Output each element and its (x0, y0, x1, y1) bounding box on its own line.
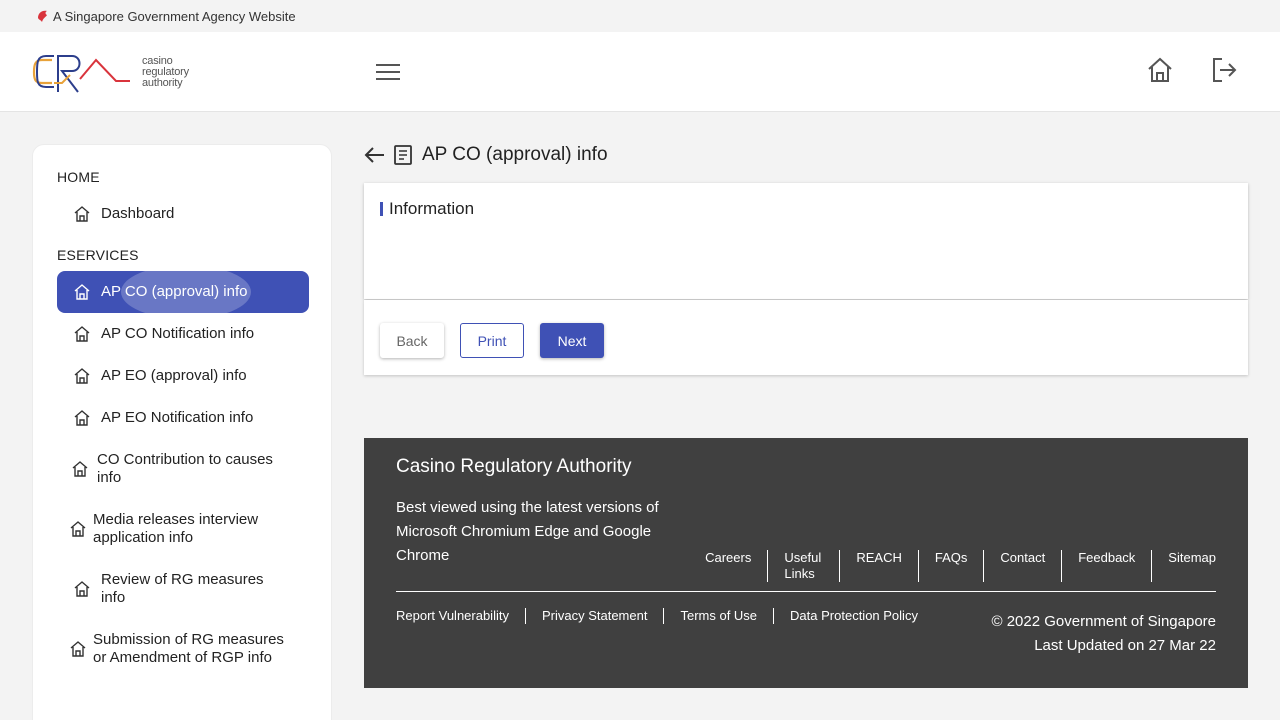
sidebar-item-dashboard[interactable]: Dashboard (57, 197, 309, 231)
home-icon (72, 461, 88, 477)
sidebar-item-media-releases[interactable]: Media releases interview application inf… (57, 503, 309, 555)
footer-link-sitemap[interactable]: Sitemap (1151, 550, 1216, 582)
home-icon (74, 368, 90, 384)
footer-link-feedback[interactable]: Feedback (1061, 550, 1151, 582)
sidebar-item-label: AP CO (approval) info (101, 283, 248, 300)
back-button[interactable]: Back (380, 323, 444, 358)
sidebar-item-label: AP EO (approval) info (101, 367, 247, 384)
logout-icon[interactable] (1210, 56, 1238, 84)
footer-link-useful-links[interactable]: Useful Links (767, 550, 839, 582)
footer-description: Best viewed using the latest versions of… (396, 499, 659, 564)
cra-logo[interactable]: casino regulatory authority (32, 50, 202, 94)
sidebar-item-label: Submission of RG measures or Amendment o… (93, 631, 284, 666)
accent-bar (380, 202, 383, 216)
footer-link-faqs[interactable]: FAQs (917, 550, 984, 582)
home-icon (70, 641, 86, 657)
sidebar-item-ap-eo-notification[interactable]: AP EO Notification info (57, 397, 309, 439)
cra-logo-mark (32, 55, 130, 93)
footer-link-privacy-statement[interactable]: Privacy Statement (524, 608, 664, 624)
gov-banner-text: A Singapore Government Agency Website (53, 8, 296, 24)
home-icon (74, 326, 90, 342)
last-updated-text: Last Updated on 27 Mar 22 (1034, 637, 1216, 654)
footer-bottom-links: Report Vulnerability Privacy Statement T… (396, 608, 918, 624)
page-header: AP CO (approval) info (364, 140, 608, 170)
sidebar-item-label: AP EO Notification info (101, 409, 254, 426)
sidebar-item-review-rg[interactable]: Review of RG measures info (57, 563, 309, 615)
sidebar-item-co-contribution[interactable]: CO Contribution to causes info (57, 443, 309, 495)
footer-links: Careers Useful Links REACH FAQs Contact … (689, 550, 1216, 582)
gov-banner: A Singapore Government Agency Website (0, 0, 1280, 32)
sidebar-item-label: Media releases interview application inf… (93, 511, 259, 546)
actions-card: Back Print Next (364, 300, 1248, 375)
sidebar-item-ap-co-approval[interactable]: AP CO (approval) info (57, 271, 309, 313)
document-icon (394, 145, 412, 165)
footer-title: Casino Regulatory Authority (396, 456, 632, 477)
footer-link-careers[interactable]: Careers (689, 550, 767, 582)
singapore-lion-icon (38, 10, 47, 22)
footer-link-data-protection[interactable]: Data Protection Policy (773, 608, 918, 624)
sidebar-item-ap-co-notification[interactable]: AP CO Notification info (57, 313, 309, 355)
back-arrow-icon[interactable] (364, 144, 386, 166)
sidebar-item-label: AP CO Notification info (101, 325, 255, 342)
home-icon (70, 521, 86, 537)
footer-copyright: © 2022 Government of Singapore Last Upda… (991, 610, 1216, 658)
sidebar-item-submission-rg[interactable]: Submission of RG measures or Amendment o… (57, 623, 309, 675)
home-icon[interactable] (1146, 56, 1174, 84)
sidebar-item-label: Review of RG measures info (101, 571, 264, 606)
home-icon (74, 410, 90, 426)
card-title: Information (380, 199, 474, 219)
sidebar-item-label: CO Contribution to causes info (97, 451, 273, 486)
footer-link-report-vulnerability[interactable]: Report Vulnerability (396, 608, 525, 624)
footer-link-terms-of-use[interactable]: Terms of Use (663, 608, 773, 624)
sidebar-item-label: Dashboard (101, 205, 175, 222)
sidebar: HOME Dashboard ESERVICES AP CO (approval… (32, 144, 332, 720)
card-title-text: Information (389, 199, 475, 218)
hamburger-menu-icon[interactable] (374, 58, 402, 86)
sidebar-item-ap-eo-approval[interactable]: AP EO (approval) info (57, 355, 309, 397)
footer-link-contact[interactable]: Contact (983, 550, 1061, 582)
site-footer: Casino Regulatory Authority Best viewed … (364, 438, 1248, 688)
sidebar-section-home: HOME (57, 169, 100, 185)
print-button[interactable]: Print (460, 323, 524, 358)
next-button[interactable]: Next (540, 323, 604, 358)
footer-divider (396, 591, 1216, 592)
information-card: Information (364, 183, 1248, 299)
copyright-text: © 2022 Government of Singapore (991, 613, 1216, 630)
logo-text: casino regulatory authority (142, 54, 189, 89)
footer-link-reach[interactable]: REACH (839, 550, 918, 582)
home-icon (74, 206, 90, 222)
home-icon (74, 284, 90, 300)
site-header: casino regulatory authority (0, 32, 1280, 112)
home-icon (74, 581, 90, 597)
sidebar-section-eservices: ESERVICES (57, 247, 139, 263)
page-title: AP CO (approval) info (422, 144, 608, 165)
